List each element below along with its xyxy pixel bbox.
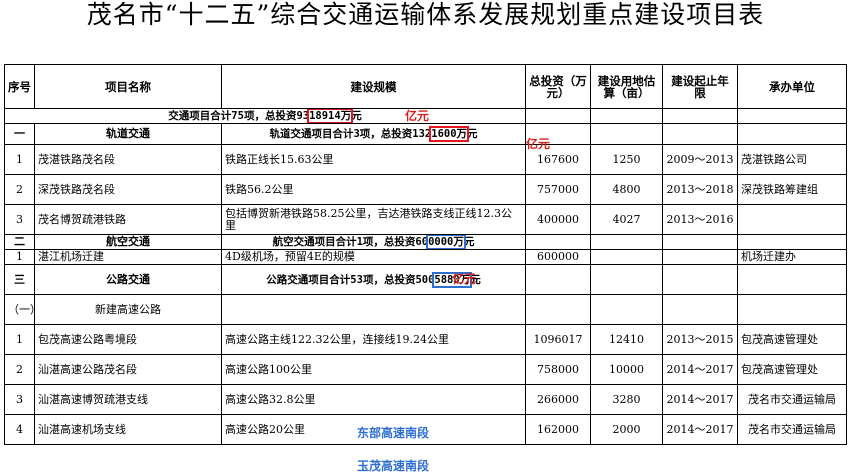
air-summary: 航空交通项目合计1项，总投资600000万元 xyxy=(221,234,526,250)
header-land: 建设用地估算（亩） xyxy=(590,64,663,109)
section-row-air: 二 航空交通 航空交通项目合计1项，总投资600000万元 xyxy=(4,234,847,250)
header-years: 建设起止年限 xyxy=(662,64,738,109)
table-row: 2 汕湛高速公路茂名段 高速公路100公里 758000 10000 2014～… xyxy=(4,354,847,385)
page-title: 茂名市“十二五”综合交通运输体系发展规划重点建设项目表 xyxy=(86,0,765,29)
rail-summary: 轨道交通项目合计3项，总投资1321600万元 xyxy=(221,123,526,145)
table-row: 1 茂湛铁路茂名段 铁路正线长15.63公里 167600 1250 2009～… xyxy=(4,144,847,175)
annotation-total-unit: 亿元 xyxy=(405,109,430,123)
table-row: 3 茂名博贺疏港铁路 包括博贺新港铁路58.25公里，吉达港铁路支线正线12.3… xyxy=(4,204,847,235)
header-scale: 建设规模 xyxy=(221,64,526,109)
rail-boxed-amount: 1600万 xyxy=(429,126,470,142)
table-header-row: 序号 项目名称 建设规模 总投资（万元） 建设用地估算（亩） 建设起止年限 承办… xyxy=(4,64,847,109)
annotation-rail-unit: 亿元 xyxy=(526,137,551,151)
header-unit: 承办单位 xyxy=(737,64,847,109)
annotation-air-unit: 亿元 xyxy=(452,272,477,286)
table-row: 1 包茂高速公路粤境段 高速公路主线122.32公里，连接线19.24公里 10… xyxy=(4,324,847,355)
table-row: 2 深茂铁路茂名段 铁路56.2公里 757000 4800 2013～2018… xyxy=(4,174,847,205)
subsection-row-expressway: （一） 新建高速公路 xyxy=(4,294,847,325)
section-row-road: 三 公路交通 公路交通项目合计53项，总投资5005880万元 xyxy=(4,264,847,295)
header-invest: 总投资（万元） xyxy=(525,64,591,109)
air-boxed-amount: 0000万 xyxy=(426,235,466,249)
total-boxed-amount: 18914万 xyxy=(307,109,354,123)
section-row-rail: 一 轨道交通 轨道交通项目合计3项，总投资1321600万元 xyxy=(4,123,847,145)
header-seq: 序号 xyxy=(4,64,35,109)
annotation-east-expressway: 东部高速南段 xyxy=(357,426,430,440)
total-summary: 交通项目合计75项，总投资9318914万元 xyxy=(4,108,526,124)
header-name: 项目名称 xyxy=(34,64,222,109)
annotation-yumao-expressway: 玉茂高速南段 xyxy=(357,459,430,473)
road-summary: 公路交通项目合计53项，总投资5005880万元 xyxy=(221,264,526,295)
table-row: 3 汕湛高速博贺疏港支线 高速公路32.8公里 266000 3280 2014… xyxy=(4,384,847,415)
table-row: 1 湛江机场迁建 4D级机场，预留4E的规模 600000 机场迁建办 xyxy=(4,249,847,265)
